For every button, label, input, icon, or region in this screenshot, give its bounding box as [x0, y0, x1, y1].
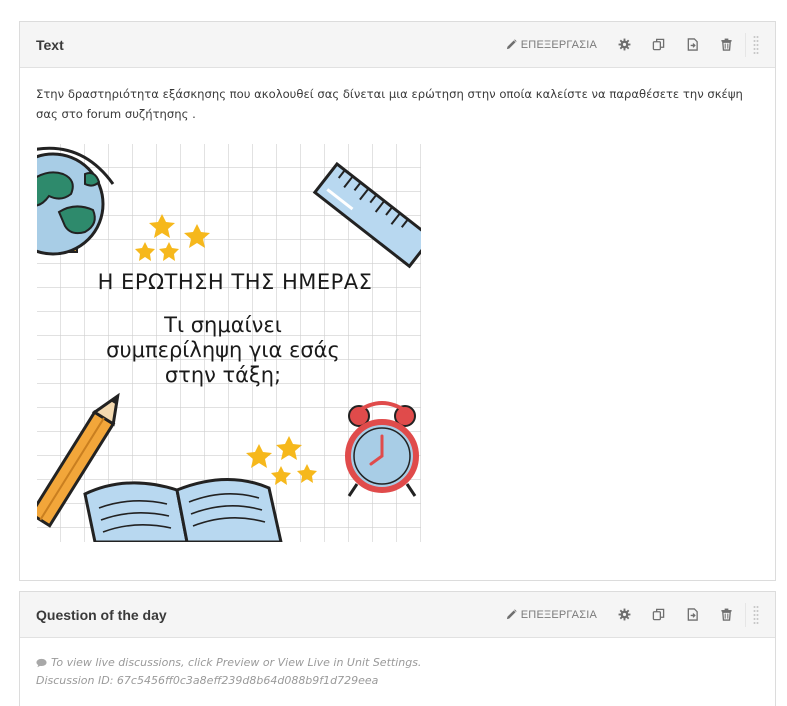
pencil-icon [506, 609, 517, 620]
drag-handle[interactable] [745, 32, 765, 57]
component-header: Question of the day ΕΠΕΞΕΡΓΑΣΙΑ [20, 592, 775, 638]
edit-button-label: ΕΠΕΞΕΡΓΑΣΙΑ [520, 608, 597, 621]
edit-button[interactable]: ΕΠΕΞΕΡΓΑΣΙΑ [506, 609, 597, 621]
trash-icon [720, 608, 732, 621]
move-icon [687, 608, 698, 621]
book-illustration [83, 478, 283, 542]
poster-question-line3: στην τάξη; [165, 363, 281, 387]
component-title: Text [36, 36, 64, 53]
delete-button[interactable] [709, 22, 743, 67]
delete-button[interactable] [709, 592, 743, 637]
drag-handle-icon [753, 35, 758, 54]
poster-question-line2: συμπερίληψη για εσάς [106, 338, 340, 362]
duplicate-icon [652, 38, 664, 51]
drag-handle[interactable] [745, 602, 765, 627]
trash-icon [720, 38, 732, 51]
gear-icon [618, 38, 630, 51]
question-of-the-day-poster: Η ΕΡΩΤΗΣΗ ΤΗΣ ΗΜΕΡΑΣ Τι σημαίνει συμπερί… [37, 144, 421, 542]
move-icon [687, 38, 698, 51]
discussion-component: Question of the day ΕΠΕΞΕΡΓΑΣΙΑ To view … [19, 591, 776, 706]
edit-button-label: ΕΠΕΞΕΡΓΑΣΙΑ [520, 38, 597, 51]
pencil-icon [506, 39, 517, 50]
move-button[interactable] [675, 592, 709, 637]
component-header: Text ΕΠΕΞΕΡΓΑΣΙΑ [20, 22, 775, 68]
discussion-placeholder: To view live discussions, click Preview … [20, 638, 775, 706]
discussion-id: Discussion ID: 67c5456ff0c3a8eff239d8b64… [36, 674, 379, 687]
poster-image: Η ΕΡΩΤΗΣΗ ΤΗΣ ΗΜΕΡΑΣ Τι σημαίνει συμπερί… [37, 144, 421, 542]
edit-button[interactable]: ΕΠΕΞΕΡΓΑΣΙΑ [506, 39, 597, 51]
settings-button[interactable] [607, 592, 641, 637]
drag-handle-icon [753, 605, 758, 624]
poster-question-line1: Τι σημαίνει [163, 313, 282, 337]
component-actions: ΕΠΕΞΕΡΓΑΣΙΑ [506, 22, 765, 67]
discussion-note: To view live discussions, click Preview … [51, 656, 422, 669]
intro-paragraph: Στην δραστηριότητα εξάσκησης που ακολουθ… [36, 87, 743, 121]
text-component: Text ΕΠΕΞΕΡΓΑΣΙΑ Στην δραστηριότητα εξάσ… [19, 21, 776, 581]
gear-icon [618, 608, 630, 621]
comment-icon [36, 658, 47, 668]
duplicate-icon [652, 608, 664, 621]
move-button[interactable] [675, 22, 709, 67]
discussion-note-row: To view live discussions, click Preview … [36, 654, 759, 672]
component-title: Question of the day [36, 606, 167, 623]
poster-heading: Η ΕΡΩΤΗΣΗ ΤΗΣ ΗΜΕΡΑΣ [98, 270, 373, 294]
duplicate-button[interactable] [641, 22, 675, 67]
component-actions: ΕΠΕΞΕΡΓΑΣΙΑ [506, 592, 765, 637]
settings-button[interactable] [607, 22, 641, 67]
component-body: Στην δραστηριότητα εξάσκησης που ακολουθ… [20, 68, 775, 124]
duplicate-button[interactable] [641, 592, 675, 637]
